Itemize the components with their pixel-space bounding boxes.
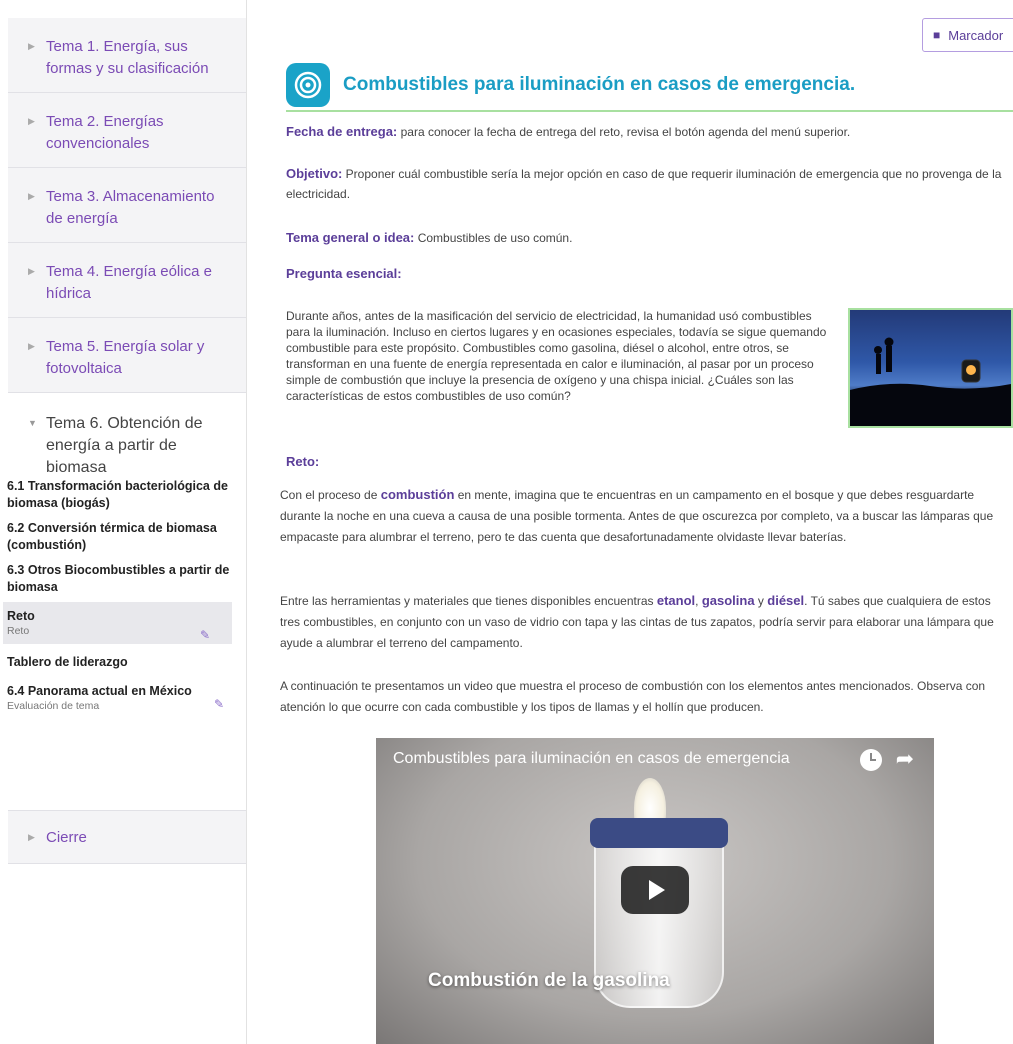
- course-sidebar: ▶ Tema 1. Energía, sus formas y su clasi…: [0, 0, 247, 1044]
- topic-list: ▶ Tema 1. Energía, sus formas y su clasi…: [8, 18, 246, 477]
- subitem-title: 6.3 Otros Biocombustibles a partir de bi…: [7, 563, 230, 594]
- chevron-right-icon: ▶: [28, 831, 35, 842]
- chevron-right-icon: ▶: [28, 341, 35, 351]
- page-title-row: Combustibles para iluminación en casos d…: [286, 60, 1013, 112]
- chevron-right-icon: ▶: [28, 191, 35, 201]
- fecha-label: Fecha de entrega:: [286, 124, 398, 139]
- fecha-paragraph: Fecha de entrega: para conocer la fecha …: [286, 122, 1013, 142]
- keyword-diesel: diésel: [767, 593, 805, 608]
- topic-label: Cierre: [46, 828, 87, 846]
- subitem-title: 6.4 Panorama actual en México: [7, 684, 192, 698]
- subitem-subtitle: Evaluación de tema: [7, 700, 100, 712]
- sidebar-subitem-6-3[interactable]: 6.3 Otros Biocombustibles a partir de bi…: [0, 562, 246, 596]
- topic-label: Tema 2. Energías convencionales: [46, 113, 164, 152]
- sidebar-topic-6[interactable]: ▼ Tema 6. Obtención de energía a partir …: [8, 393, 246, 477]
- main-content: ■ Marcador Combustibles para iluminación…: [258, 0, 1013, 1044]
- topic-label: Tema 6. Obtención de energía a partir de…: [46, 415, 203, 476]
- reto-paragraph-1: Con el proceso de combustión en mente, i…: [280, 484, 1013, 548]
- reto-label: Reto:: [286, 454, 320, 469]
- chevron-right-icon: ▶: [28, 116, 35, 126]
- campfire-silhouette-image: [848, 308, 1013, 428]
- video-player[interactable]: Combustibles para iluminación en casos d…: [376, 738, 934, 1044]
- topic-label: Tema 1. Energía, sus formas y su clasifi…: [46, 38, 209, 77]
- chevron-down-icon: ▼: [28, 418, 37, 428]
- objetivo-text: Proponer cuál combustible sería la mejor…: [286, 167, 1002, 201]
- tema-paragraph: Tema general o idea: Combustibles de uso…: [286, 228, 1013, 248]
- play-button[interactable]: [621, 866, 689, 914]
- edit-icon: ✎: [199, 628, 210, 642]
- chevron-right-icon: ▶: [28, 41, 35, 51]
- sidebar-topic-1[interactable]: ▶ Tema 1. Energía, sus formas y su clasi…: [8, 18, 246, 93]
- keyword-etanol: etanol: [656, 593, 696, 608]
- subitem-title: Reto: [7, 609, 35, 623]
- objetivo-label: Objetivo:: [286, 166, 343, 181]
- reto-paragraph-3: A continuación te presentamos un video q…: [280, 679, 986, 714]
- jar-lid-graphic: [590, 818, 728, 848]
- subitem-list: 6.1 Transformación bacteriológica de bio…: [0, 478, 246, 713]
- bookmark-label: Marcador: [948, 27, 1004, 43]
- watch-later-icon[interactable]: [860, 749, 882, 771]
- subitem-title: 6.2 Conversión térmica de biomasa (combu…: [7, 521, 217, 552]
- reto-paragraph-2: Entre las herramientas y materiales que …: [280, 590, 1013, 654]
- challenge-logo-icon: [286, 63, 330, 107]
- sidebar-topic-5[interactable]: ▶ Tema 5. Energía solar y fotovoltaica: [8, 318, 246, 393]
- keyword-gasolina: gasolina: [701, 593, 755, 608]
- page-title: Combustibles para iluminación en casos d…: [343, 74, 856, 95]
- pregunta-text: Durante años, antes de la masificación d…: [286, 309, 827, 403]
- tema-text: Combustibles de uso común.: [414, 231, 573, 245]
- video-caption: Combustión de la gasolina: [428, 970, 670, 991]
- bookmark-icon: ■: [933, 28, 941, 42]
- sidebar-topic-4[interactable]: ▶ Tema 4. Energía eólica e hídrica: [8, 243, 246, 318]
- reto-p2-a: Entre las herramientas y materiales que …: [280, 594, 657, 608]
- sidebar-subitem-tablero[interactable]: Tablero de liderazgo: [0, 654, 246, 671]
- keyword-combustion: combustión: [380, 487, 455, 502]
- objetivo-paragraph: Objetivo: Proponer cuál combustible serí…: [286, 164, 1013, 204]
- reto-p2-sep2: y: [754, 594, 768, 608]
- subitem-title: Tablero de liderazgo: [7, 655, 128, 669]
- topic-label: Tema 5. Energía solar y fotovoltaica: [46, 338, 205, 377]
- play-icon: [649, 880, 665, 900]
- share-icon[interactable]: ➦: [896, 746, 914, 772]
- subitem-title: 6.1 Transformación bacteriológica de bio…: [7, 479, 228, 510]
- reto-heading: Reto:: [286, 452, 1013, 472]
- subitem-subtitle: Reto: [7, 625, 30, 637]
- pregunta-heading: Pregunta esencial:: [286, 264, 1013, 284]
- sidebar-topic-2[interactable]: ▶ Tema 2. Energías convencionales: [8, 93, 246, 168]
- edit-icon: ✎: [213, 697, 224, 711]
- sidebar-topic-cierre[interactable]: ▶ Cierre: [8, 810, 246, 864]
- chevron-right-icon: ▶: [28, 266, 35, 276]
- sidebar-subitem-reto[interactable]: Reto Reto ✎: [3, 602, 232, 644]
- sidebar-subitem-6-4[interactable]: 6.4 Panorama actual en México Evaluación…: [0, 683, 246, 713]
- sidebar-subitem-6-1[interactable]: 6.1 Transformación bacteriológica de bio…: [0, 478, 246, 512]
- topic-label: Tema 3. Almacenamiento de energía: [46, 188, 215, 227]
- sidebar-subitem-6-2[interactable]: 6.2 Conversión térmica de biomasa (combu…: [0, 520, 246, 554]
- sidebar-topic-3[interactable]: ▶ Tema 3. Almacenamiento de energía: [8, 168, 246, 243]
- fecha-text: para conocer la fecha de entrega del ret…: [397, 125, 851, 139]
- reto-p2-sep1: ,: [695, 594, 702, 608]
- video-title[interactable]: Combustibles para iluminación en casos d…: [393, 750, 790, 768]
- pregunta-label: Pregunta esencial:: [286, 266, 402, 281]
- topic-label: Tema 4. Energía eólica e hídrica: [46, 263, 212, 302]
- bookmark-button[interactable]: ■ Marcador: [922, 18, 1013, 52]
- tema-label: Tema general o idea:: [286, 230, 415, 245]
- reto-p1-a: Con el proceso de: [280, 488, 381, 502]
